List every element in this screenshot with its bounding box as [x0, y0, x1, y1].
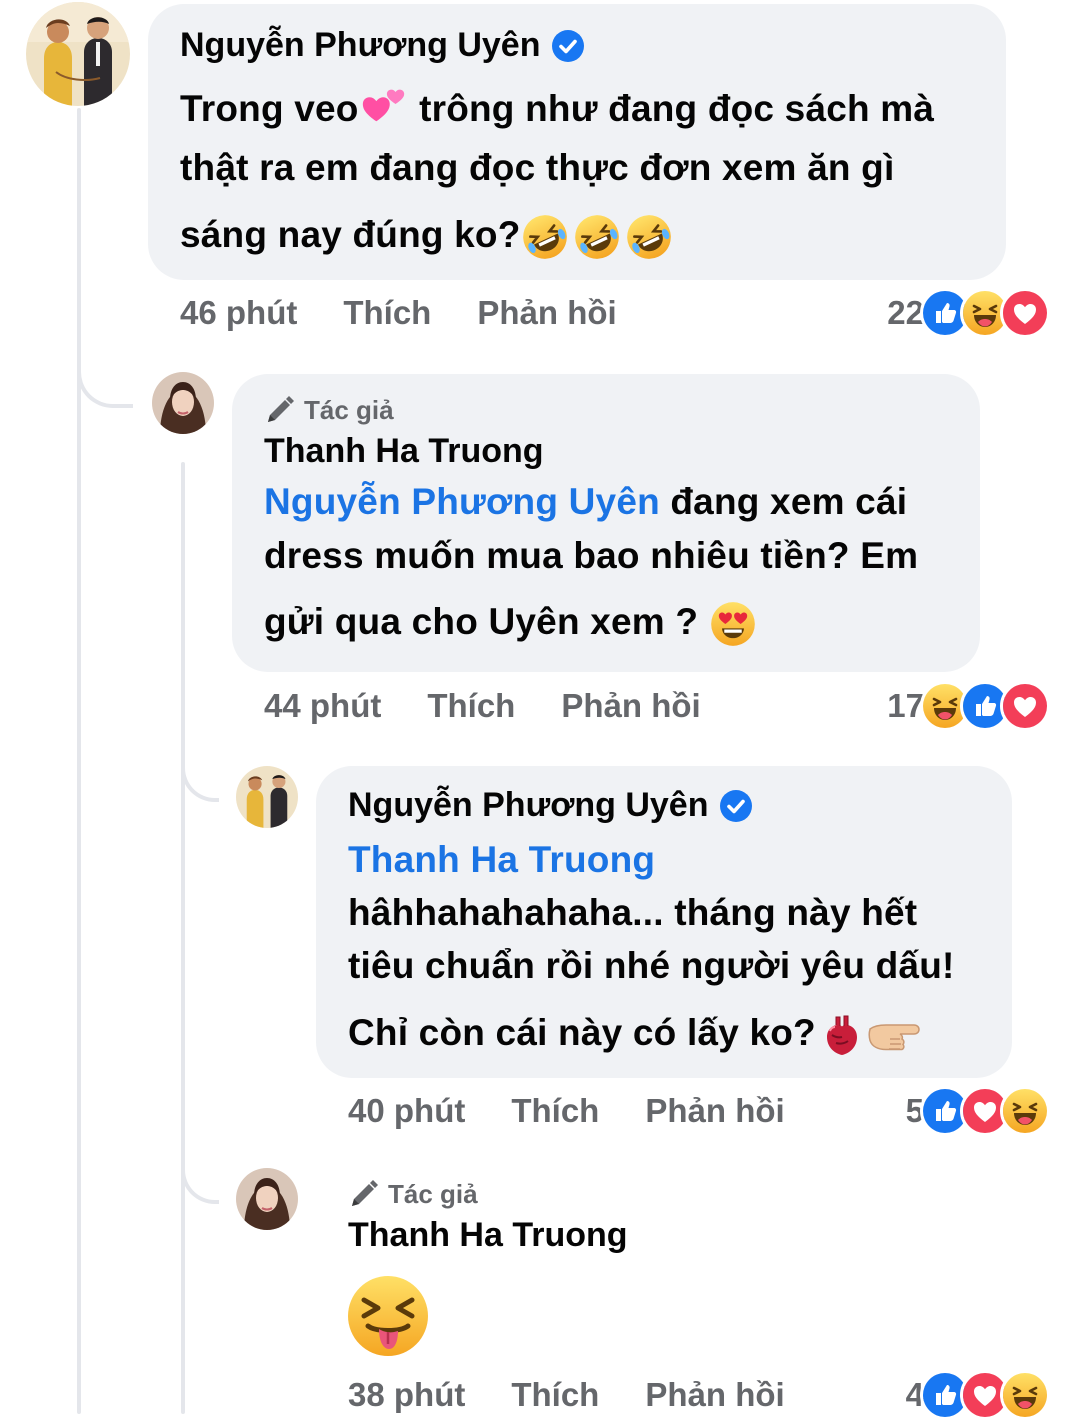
verified-badge-icon: [551, 29, 585, 63]
comment-timestamp[interactable]: 44 phút: [264, 687, 381, 725]
reaction-count: 17: [887, 687, 924, 724]
reaction-summary-4[interactable]: 4: [906, 1370, 1050, 1420]
mention-link[interactable]: Nguyễn Phương Uyên: [264, 481, 660, 522]
comment-author[interactable]: Nguyễn Phương Uyên: [180, 26, 974, 65]
like-button[interactable]: Thích: [427, 687, 515, 725]
reply-button[interactable]: Phản hồi: [645, 1092, 784, 1130]
haha-icon: [1000, 1370, 1050, 1420]
author-tag-label: Tác giả: [304, 394, 394, 425]
reaction-count: 22: [887, 294, 924, 331]
author-name[interactable]: Thanh Ha Truong: [348, 1216, 748, 1255]
comment-timestamp[interactable]: 40 phút: [348, 1092, 465, 1130]
reply-button[interactable]: Phản hồi: [561, 687, 700, 725]
avatar-thanh-ha-truong-2[interactable]: [236, 1168, 298, 1230]
comment-author[interactable]: Nguyễn Phương Uyên: [348, 786, 980, 825]
author-name[interactable]: Nguyễn Phương Uyên: [180, 26, 541, 65]
pencil-icon: [264, 394, 296, 426]
pencil-icon: [348, 1178, 380, 1210]
verified-badge-icon: [719, 789, 753, 823]
comment-actions-3: 40 phút Thích Phản hồi: [348, 1092, 785, 1130]
haha-icon: [1000, 1086, 1050, 1136]
comment-text: Trong veo trông như đang đọc sách mà thậ…: [180, 79, 974, 264]
thread-curve-reply-1: [77, 330, 133, 408]
comment-text-line: hâhhahahahaha... tháng này hết: [348, 892, 918, 933]
squinting-tongue-emoji-icon: [346, 1274, 430, 1358]
author-tag: Tác giả: [348, 1178, 748, 1210]
love-icon: [1000, 681, 1050, 731]
rofl-emoji-icon: [625, 213, 673, 261]
comment-timestamp[interactable]: 38 phút: [348, 1376, 465, 1414]
comment-text-line: Chỉ còn cái này có lấy ko?: [348, 1012, 816, 1053]
reply-button[interactable]: Phản hồi: [477, 294, 616, 332]
comment-text-line: tiêu chuẩn rồi nhé người yêu dấu!: [348, 945, 955, 986]
comment-text-line: dress muốn mua bao nhiêu tiền? Em: [264, 535, 919, 576]
pointing-hand-emoji-icon: [864, 1013, 924, 1057]
like-button[interactable]: Thích: [343, 294, 431, 332]
comment-text: Nguyễn Phương Uyên đang xem cái dress mu…: [264, 475, 948, 649]
author-tag: Tác giả: [264, 394, 948, 426]
reaction-summary-1[interactable]: 22: [887, 288, 1050, 338]
author-name[interactable]: Nguyễn Phương Uyên: [348, 786, 709, 825]
comment-text-line: sáng nay đúng ko?: [180, 214, 521, 255]
comment-actions-4: 38 phút Thích Phản hồi: [348, 1376, 785, 1414]
love-icon: [1000, 288, 1050, 338]
comment-actions-2: 44 phút Thích Phản hồi: [264, 687, 701, 725]
rofl-emoji-icon: [521, 213, 569, 261]
comment-bubble-1[interactable]: Nguyễn Phương Uyên Trong veo trông như đ…: [148, 4, 1006, 280]
comment-bubble-2[interactable]: Tác giả Thanh Ha Truong Nguyễn Phương Uy…: [232, 374, 980, 672]
thread-line-replies: [181, 462, 185, 1414]
author-tag-label: Tác giả: [388, 1178, 478, 1209]
avatar-nguyen-phuong-uyen-2[interactable]: [236, 766, 298, 828]
comment-text-line: thật ra em đang đọc thực đơn xem ăn gì: [180, 147, 895, 188]
avatar-nguyen-phuong-uyen[interactable]: [26, 2, 130, 106]
mention-link[interactable]: Thanh Ha Truong: [348, 833, 980, 886]
sparkling-hearts-emoji-icon: [359, 82, 409, 126]
comment-timestamp[interactable]: 46 phút: [180, 294, 297, 332]
like-button[interactable]: Thích: [511, 1376, 599, 1414]
comment-text: Thanh Ha Truong hâhhahahahaha... tháng n…: [348, 833, 980, 1059]
thread-curve-reply-3: [181, 1140, 219, 1204]
comment-bubble-3[interactable]: Nguyễn Phương Uyên Thanh Ha Truong hâhha…: [316, 766, 1012, 1078]
comment-text-line: gửi qua cho Uyên xem ?: [264, 601, 709, 642]
avatar-thanh-ha-truong[interactable]: [152, 372, 214, 434]
reply-button[interactable]: Phản hồi: [645, 1376, 784, 1414]
thread-line-main: [77, 108, 81, 1414]
author-name[interactable]: Thanh Ha Truong: [264, 432, 948, 471]
comment-4[interactable]: Tác giả Thanh Ha Truong: [348, 1178, 748, 1368]
comment-text-line: trông như đang đọc sách mà: [408, 88, 935, 129]
comment-actions-1: 46 phút Thích Phản hồi: [180, 294, 617, 332]
reaction-summary-3[interactable]: 5: [906, 1086, 1050, 1136]
heart-eyes-emoji-icon: [709, 600, 757, 648]
comment-text-line: Trong veo: [180, 88, 359, 129]
thread-curve-reply-2: [181, 738, 219, 802]
anatomical-heart-emoji-icon: [822, 1013, 862, 1057]
reaction-summary-2[interactable]: 17: [887, 681, 1050, 731]
comment-text-line: đang xem cái: [659, 481, 908, 522]
rofl-emoji-icon: [573, 213, 621, 261]
like-button[interactable]: Thích: [511, 1092, 599, 1130]
